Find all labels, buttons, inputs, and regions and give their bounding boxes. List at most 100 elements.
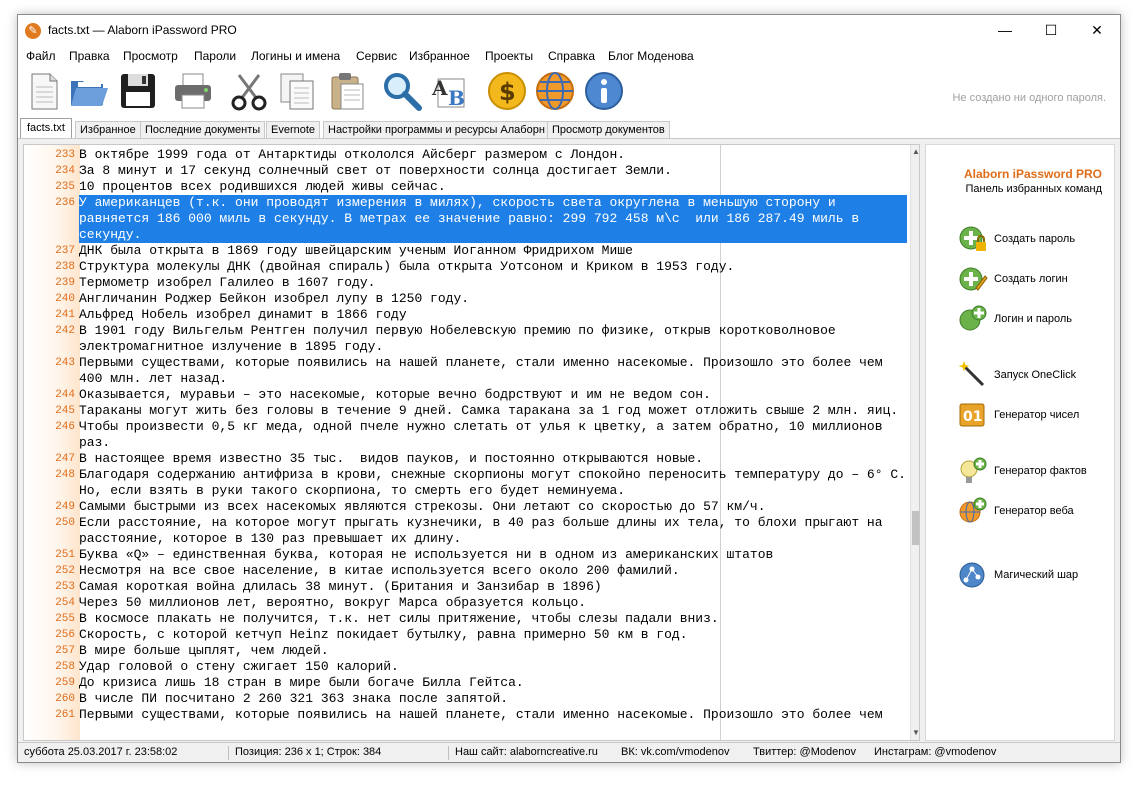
text-editor[interactable]: 233 В октябре 1999 года от Антарктиды отк… (23, 144, 920, 741)
tab-recent-documents[interactable]: Последние документы (140, 121, 266, 138)
magic-ball-label: Магический шар (994, 569, 1079, 581)
cut-icon[interactable] (229, 71, 269, 111)
line-number: 254 (55, 597, 75, 609)
tab-evernote[interactable]: Evernote (266, 121, 321, 138)
menu-help[interactable]: Справка (548, 49, 595, 63)
editor-line[interactable]: 248 Благодаря содержанию антифриза в кров… (24, 467, 906, 499)
line-number: 253 (55, 581, 75, 593)
tab-favorites[interactable]: Избранное (75, 121, 141, 138)
menu-view[interactable]: Просмотр (123, 49, 178, 63)
favorites-command-panel: Alaborn iPassword PRO Панель избранных к… (925, 144, 1115, 741)
open-folder-icon[interactable] (69, 71, 109, 111)
line-text: Благодаря содержанию антифриза в крови, … (79, 467, 906, 498)
svg-text:A: A (431, 76, 448, 100)
editor-line[interactable]: 255 В космосе плакать не получится, т.к. … (24, 611, 904, 627)
toolbar: AB $ Не создано ни одного пароля. (18, 66, 1120, 118)
fact-generator-button[interactable]: Генератор фактов (958, 456, 1108, 486)
vertical-scrollbar[interactable]: ▲ ▼ (910, 145, 919, 740)
oneclick-launch-button[interactable]: Запуск OneClick (958, 360, 1108, 390)
save-icon[interactable] (118, 71, 158, 111)
editor-line[interactable]: 244 Оказывается, муравьи – это насекомые,… (24, 387, 904, 403)
paste-icon[interactable] (327, 71, 367, 111)
editor-line[interactable]: 254 Через 50 миллионов лет, вероятно, вок… (24, 595, 904, 611)
copy-icon[interactable] (277, 71, 317, 111)
editor-line[interactable]: 237 ДНК была открыта в 1869 году швейцарс… (24, 243, 904, 259)
editor-line[interactable]: 257 В мире больше цыплят, чем людей. (24, 643, 904, 659)
tab-document-viewer[interactable]: Просмотр документов (547, 121, 670, 138)
status-site-link[interactable]: Наш сайт: alaborncreative.ru (455, 746, 598, 758)
editor-line[interactable]: 240 Англичанин Роджер Бейкон изобрел лупу… (24, 291, 904, 307)
tab-settings[interactable]: Настройки программы и ресурсы Алаборн (323, 121, 550, 138)
editor-line[interactable]: 251 Буква «Q» – единственная буква, котор… (24, 547, 904, 563)
menu-blog[interactable]: Блог Моденова (608, 49, 694, 63)
spellcheck-icon[interactable]: AB (430, 71, 470, 111)
editor-line[interactable]: 256 Скорость, с которой кетчуп Heinz поки… (24, 627, 904, 643)
close-button[interactable]: ✕ (1074, 15, 1120, 46)
menu-passwords[interactable]: Пароли (194, 49, 236, 63)
editor-line[interactable]: 239 Термометр изобрел Галилео в 1607 году… (24, 275, 904, 291)
menu-service[interactable]: Сервис (356, 49, 397, 63)
status-separator (228, 746, 229, 760)
editor-line[interactable]: 250 Если расстояние, на которое могут пры… (24, 515, 904, 547)
line-text: Удар головой о стену сжигает 150 калорий… (79, 659, 399, 674)
menu-logins[interactable]: Логины и имена (251, 49, 340, 63)
create-login-icon (959, 267, 988, 291)
editor-line[interactable]: 241 Альфред Нобель изобрел динамит в 1866… (24, 307, 904, 323)
editor-line[interactable]: 243 Первыми существами, которые появились… (24, 355, 904, 387)
editor-line[interactable]: 233 В октябре 1999 года от Антарктиды отк… (24, 147, 904, 163)
window-title: facts.txt — Alaborn iPassword PRO (48, 23, 237, 37)
scroll-thumb[interactable] (912, 511, 919, 545)
find-icon[interactable] (382, 71, 422, 111)
web-icon[interactable] (535, 71, 575, 111)
editor-line[interactable]: 252 Несмотря на все свое население, в кит… (24, 563, 904, 579)
editor-line[interactable]: 236 У американцев (т.к. они проводят изме… (24, 195, 907, 243)
svg-text:$: $ (499, 78, 516, 106)
create-password-button[interactable]: Создать пароль (958, 224, 1108, 254)
editor-line[interactable]: 261 Первыми существами, которые появились… (24, 707, 904, 723)
line-text: Несмотря на все свое население, в китае … (79, 563, 680, 578)
web-generator-icon (959, 497, 987, 523)
minimize-button[interactable]: — (982, 15, 1028, 46)
info-icon[interactable] (584, 71, 624, 111)
scroll-up-icon[interactable]: ▲ (911, 145, 919, 159)
line-number: 241 (55, 309, 75, 321)
maximize-button[interactable]: ☐ (1028, 15, 1074, 46)
print-icon[interactable] (173, 71, 213, 111)
create-login-label: Создать логин (994, 273, 1068, 285)
editor-line[interactable]: 249 Самыми быстрыми из всех насекомых явл… (24, 499, 904, 515)
menu-favorites[interactable]: Избранное (409, 49, 470, 63)
login-and-password-button[interactable]: Логин и пароль (958, 304, 1108, 334)
editor-line[interactable]: 247 В настоящее время известно 35 тыс. ви… (24, 451, 904, 467)
web-generator-button[interactable]: Генератор веба (958, 496, 1108, 526)
document-tabs: facts.txt Избранное Последние документы … (18, 118, 1120, 138)
fact-generator-label: Генератор фактов (994, 465, 1087, 477)
editor-line[interactable]: 235 10 процентов всех родившихся людей жи… (24, 179, 904, 195)
scroll-down-icon[interactable]: ▼ (911, 726, 919, 740)
menu-projects[interactable]: Проекты (485, 49, 533, 63)
editor-line[interactable]: 259 До кризиса лишь 18 стран в мире были … (24, 675, 904, 691)
editor-line[interactable]: 260 В числе ПИ посчитано 2 260 321 363 зн… (24, 691, 904, 707)
status-vk-link[interactable]: ВК: vk.com/vmodenov (621, 746, 730, 758)
editor-line[interactable]: 258 Удар головой о стену сжигает 150 кало… (24, 659, 904, 675)
editor-line[interactable]: 238 Структура молекулы ДНК (двойная спира… (24, 259, 904, 275)
editor-line[interactable]: 245 Тараканы могут жить без головы в тече… (24, 403, 904, 419)
donate-icon[interactable]: $ (487, 71, 527, 111)
magic-ball-button[interactable]: Магический шар (958, 560, 1108, 590)
line-text: Оказывается, муравьи – это насекомые, ко… (79, 387, 711, 402)
editor-line[interactable]: 242 В 1901 году Вильгельм Рентген получил… (24, 323, 904, 355)
status-instagram-link[interactable]: Инстаграм: @vmodenov (874, 746, 996, 758)
editor-line[interactable]: 234 За 8 минут и 17 секунд солнечный свет… (24, 163, 904, 179)
menu-edit[interactable]: Правка (69, 49, 110, 63)
tab-facts[interactable]: facts.txt (20, 118, 72, 138)
status-twitter-link[interactable]: Твиттер: @Modenov (753, 746, 856, 758)
line-text: Скорость, с которой кетчуп Heinz покидае… (79, 627, 688, 642)
new-document-icon[interactable] (24, 71, 64, 111)
line-text: Структура молекулы ДНК (двойная спираль)… (79, 259, 735, 274)
line-text: Через 50 миллионов лет, вероятно, вокруг… (79, 595, 587, 610)
menu-file[interactable]: Файл (26, 49, 56, 63)
line-number: 255 (55, 613, 75, 625)
create-login-button[interactable]: Создать логин (958, 264, 1108, 294)
editor-line[interactable]: 253 Самая короткая война длилась 38 минут… (24, 579, 904, 595)
editor-line[interactable]: 246 Чтобы произвести 0,5 кг меда, одной п… (24, 419, 904, 451)
number-generator-button[interactable]: 01 Генератор чисел (958, 400, 1108, 430)
